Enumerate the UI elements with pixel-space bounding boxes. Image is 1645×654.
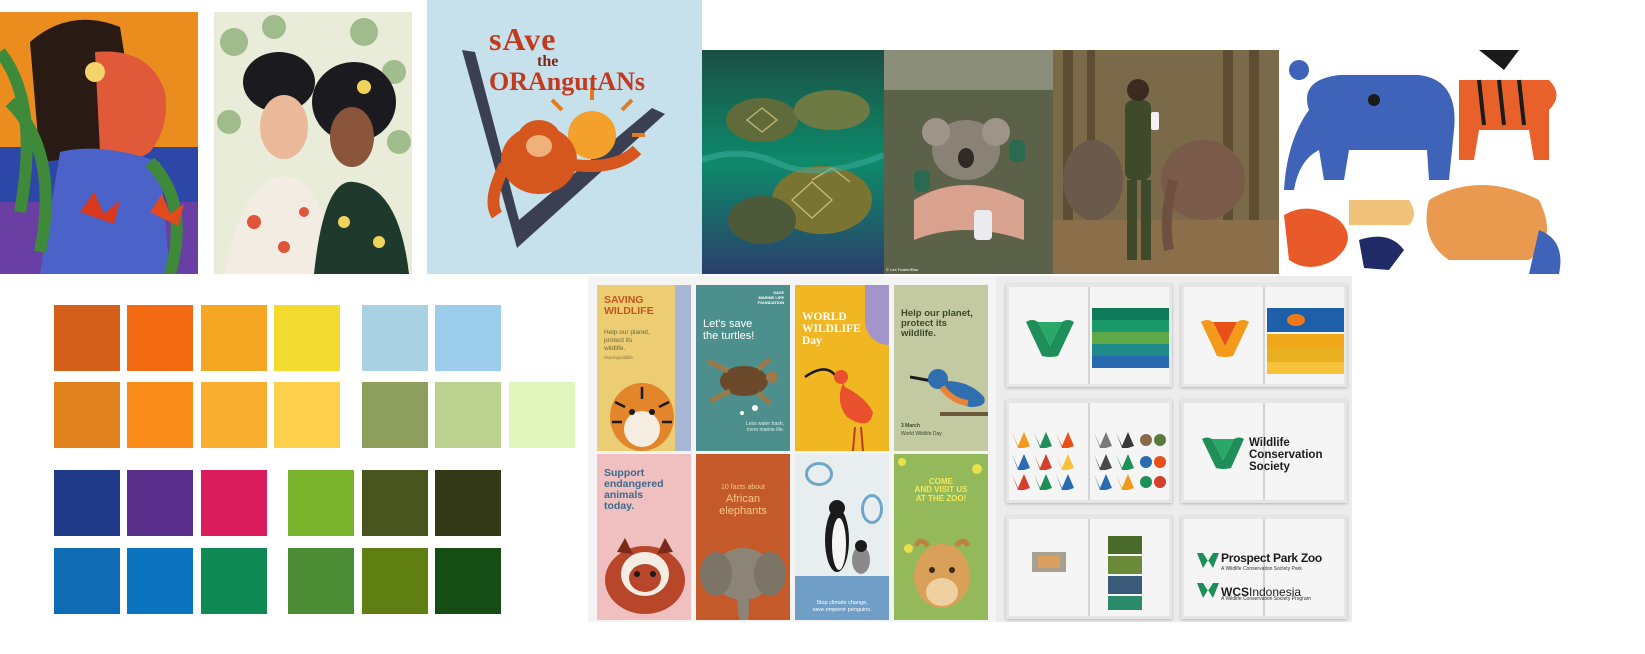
swatch-cool-1-1 bbox=[54, 470, 120, 536]
swatch-cool-2-2 bbox=[127, 548, 193, 614]
poster-date: 3 March bbox=[901, 423, 920, 429]
ppz-subtitle: A Wildlife Conservation Society Park bbox=[1221, 566, 1302, 572]
poster-kicker: 10 facts about bbox=[721, 484, 765, 491]
wcs-indonesia-w-logo bbox=[1197, 583, 1219, 598]
brand-spread-wordmark: Wildlife Conservation Society bbox=[1181, 400, 1347, 503]
poster-visit-zoo: COME AND VISIT US AT THE ZOO! bbox=[894, 454, 988, 620]
swatch-warm-2-1 bbox=[54, 382, 120, 448]
ibis-image bbox=[804, 368, 873, 451]
poster-body: Less water trash, more marine life. bbox=[745, 421, 784, 434]
ppz-name: Prospect Park Zoo bbox=[1221, 551, 1322, 565]
brand-spread-color-logo bbox=[1181, 284, 1347, 387]
poster-body: Help our planet, protect its wildlife. bbox=[604, 329, 650, 353]
kingfisher-image bbox=[910, 369, 988, 416]
elephant-image bbox=[700, 548, 786, 620]
swatch-warm-2-4 bbox=[274, 382, 340, 448]
brand-spread-green-logo bbox=[1006, 284, 1172, 387]
penguins-image bbox=[825, 500, 870, 574]
swatch-cool-2-1 bbox=[54, 548, 120, 614]
poster-grid: SAVING WILDLIFE Help our planet, protect… bbox=[588, 276, 996, 622]
photo-keeper-elephants bbox=[1053, 50, 1279, 274]
swatch-warm-2-2 bbox=[127, 382, 193, 448]
swatch-cool-2-3 bbox=[201, 548, 267, 614]
swatch-warm-2-3 bbox=[201, 382, 267, 448]
art-tile-save-orangutans: sAve the ORAngutANs bbox=[427, 0, 702, 274]
wcs-w-logo-wordmark bbox=[1202, 437, 1244, 469]
poster-save-turtles: SAVE MARINE LIFE FOUNDATION Let's save t… bbox=[696, 285, 790, 451]
poster-african-elephants: 10 facts about African elephants bbox=[696, 454, 790, 620]
ppz-w-logo bbox=[1197, 553, 1219, 568]
photo-koala: © Lee Fowler/Bas bbox=[884, 50, 1053, 274]
swatch-green-1 bbox=[362, 382, 428, 448]
swatch-greens-1-1 bbox=[288, 470, 354, 536]
poster-title: SAVING WILDLIFE bbox=[604, 294, 654, 318]
poster-title: Support endangered animals today. bbox=[604, 467, 664, 513]
poster-title: Let's save the turtles! bbox=[703, 318, 755, 342]
poster-body: Stop climate change, save emperor pengui… bbox=[812, 600, 872, 613]
poster-saving-wildlife: SAVING WILDLIFE Help our planet, protect… bbox=[597, 285, 691, 451]
swatch-warm-1-4 bbox=[274, 305, 340, 371]
woman-portrait-illustration bbox=[0, 12, 198, 274]
art-tile-two-women bbox=[214, 12, 412, 274]
wcs-w-logo-orange bbox=[1201, 320, 1249, 357]
swatch-greens-2-1 bbox=[288, 548, 354, 614]
brand-spread-logo-variants bbox=[1006, 400, 1172, 503]
lioness-image bbox=[913, 538, 971, 608]
red-panda-image bbox=[605, 538, 685, 614]
poster-world-wildlife-day: WORLD WILDLIFE Day bbox=[795, 285, 889, 451]
photo-credit: © Lee Fowler/Bas bbox=[886, 267, 918, 272]
color-palette bbox=[0, 300, 580, 620]
turtle-image bbox=[706, 357, 778, 405]
swatch-green-3 bbox=[509, 382, 575, 448]
logo-variant-grid bbox=[1012, 432, 1166, 490]
swatch-warm-1-3 bbox=[201, 305, 267, 371]
poster-title: COME AND VISIT US AT THE ZOO! bbox=[914, 477, 968, 503]
brand-spread-sub-brands: Prospect Park Zoo A Wildlife Conservatio… bbox=[1181, 516, 1347, 619]
poster-title: WORLD WILDLIFE Day bbox=[802, 311, 861, 348]
poster-event: World Wildlife Day bbox=[901, 431, 942, 437]
swatch-blue-1 bbox=[362, 305, 428, 371]
swatch-warm-1-2 bbox=[127, 305, 193, 371]
poster-title: Help our planet, protect its wildlife. bbox=[901, 308, 973, 339]
swatch-green-2 bbox=[435, 382, 501, 448]
tiger-image bbox=[610, 383, 674, 451]
wcs-indonesia-subtitle: A Wildlife Conservation Society Program bbox=[1221, 596, 1311, 602]
swatch-blue-2 bbox=[435, 305, 501, 371]
art-tile-woman-portrait bbox=[0, 12, 198, 274]
poster-protect-wildlife: Help our planet, protect its wildlife. 3… bbox=[894, 285, 988, 451]
swatch-greens-2-2 bbox=[362, 548, 428, 614]
swatch-greens-1-2 bbox=[362, 470, 428, 536]
swatch-cool-1-3 bbox=[201, 470, 267, 536]
orangutan-title-save: sAve bbox=[489, 21, 557, 57]
brand-book-area: Wildlife Conservation Society Prospect P… bbox=[996, 276, 1352, 622]
art-tile-animal-pattern bbox=[1279, 50, 1566, 274]
swatch-greens-2-3 bbox=[435, 548, 501, 614]
poster-endangered-animals: Support endangered animals today. bbox=[597, 454, 691, 620]
brand-spread-photography bbox=[1006, 516, 1172, 619]
swatch-cool-1-2 bbox=[127, 470, 193, 536]
wcs-wordmark: Wildlife Conservation Society bbox=[1249, 437, 1323, 474]
poster-tag: #savingwildlife bbox=[604, 355, 634, 360]
wcs-w-logo-green bbox=[1026, 320, 1074, 357]
orangutan-title-orangutans: ORAngutANs bbox=[489, 66, 646, 96]
poster-kicker: SAVE MARINE LIFE FOUNDATION bbox=[757, 290, 784, 305]
two-women-illustration bbox=[214, 12, 412, 274]
photo-sea-turtles bbox=[702, 50, 884, 274]
poster-title: African elephants bbox=[719, 493, 767, 517]
swatch-warm-1-1 bbox=[54, 305, 120, 371]
swatch-greens-1-3 bbox=[435, 470, 501, 536]
poster-emperor-penguins: Stop climate change, save emperor pengui… bbox=[795, 454, 889, 620]
